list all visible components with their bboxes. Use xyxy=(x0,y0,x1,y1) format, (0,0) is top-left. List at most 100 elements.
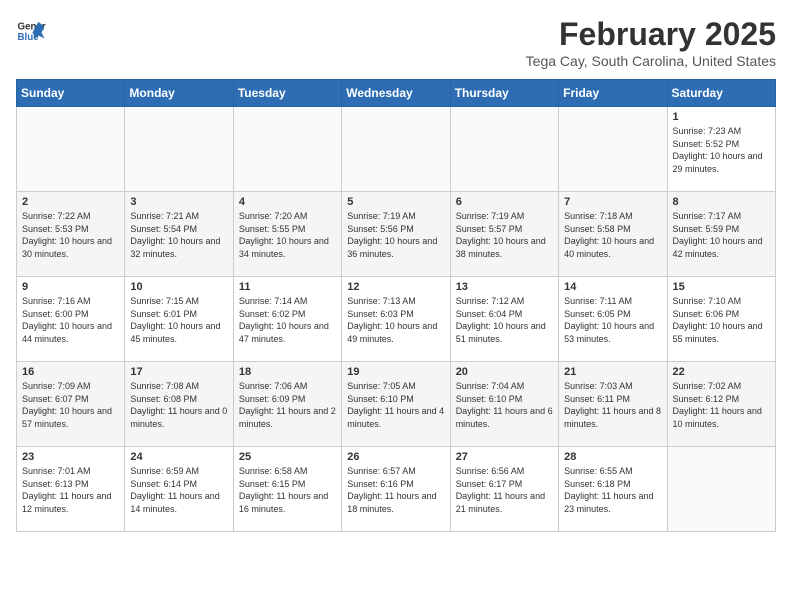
day-number: 8 xyxy=(673,196,770,208)
calendar-cell: 1Sunrise: 7:23 AM Sunset: 5:52 PM Daylig… xyxy=(667,107,775,192)
day-info: Sunrise: 7:04 AM Sunset: 6:10 PM Dayligh… xyxy=(456,380,553,430)
day-number: 20 xyxy=(456,366,553,378)
calendar-cell: 7 Sunrise: 7:18 AM Sunset: 5:58 PM Daylig… xyxy=(559,192,667,277)
calendar-cell: 2Sunrise: 7:22 AM Sunset: 5:53 PM Daylig… xyxy=(17,192,125,277)
weekday-header: Tuesday xyxy=(233,80,341,107)
day-number: 23 xyxy=(22,451,119,463)
weekday-header-row: SundayMondayTuesdayWednesdayThursdayFrid… xyxy=(17,80,776,107)
day-info: Sunrise: 7:14 AM Sunset: 6:02 PM Dayligh… xyxy=(239,295,336,345)
weekday-header: Saturday xyxy=(667,80,775,107)
weekday-header: Sunday xyxy=(17,80,125,107)
calendar-week-row: 16 Sunrise: 7:09 AM Sunset: 6:07 PM Dayli… xyxy=(17,362,776,447)
day-info: Sunrise: 6:57 AM Sunset: 6:16 PM Dayligh… xyxy=(347,465,444,515)
day-number: 1 xyxy=(673,111,770,123)
day-number: 11 xyxy=(239,281,336,293)
day-number: 6 xyxy=(456,196,553,208)
day-info: Sunrise: 7:19 AM Sunset: 5:56 PM Dayligh… xyxy=(347,210,444,260)
day-number: 25 xyxy=(239,451,336,463)
calendar-cell: 4 Sunrise: 7:20 AM Sunset: 5:55 PM Daylig… xyxy=(233,192,341,277)
weekday-header: Wednesday xyxy=(342,80,450,107)
calendar-cell xyxy=(233,107,341,192)
day-number: 17 xyxy=(130,366,227,378)
main-title: February 2025 xyxy=(526,16,776,53)
page-header: General Blue February 2025 Tega Cay, Sou… xyxy=(16,16,776,69)
calendar-cell: 12Sunrise: 7:13 AM Sunset: 6:03 PM Dayli… xyxy=(342,277,450,362)
subtitle: Tega Cay, South Carolina, United States xyxy=(526,53,776,69)
day-number: 10 xyxy=(130,281,227,293)
day-info: Sunrise: 7:17 AM Sunset: 5:59 PM Dayligh… xyxy=(673,210,770,260)
calendar-cell xyxy=(667,447,775,532)
calendar-cell: 24 Sunrise: 6:59 AM Sunset: 6:14 PM Dayli… xyxy=(125,447,233,532)
day-number: 12 xyxy=(347,281,444,293)
day-number: 21 xyxy=(564,366,661,378)
day-info: Sunrise: 7:22 AM Sunset: 5:53 PM Dayligh… xyxy=(22,210,119,260)
calendar-week-row: 1Sunrise: 7:23 AM Sunset: 5:52 PM Daylig… xyxy=(17,107,776,192)
calendar-cell: 6 Sunrise: 7:19 AM Sunset: 5:57 PM Daylig… xyxy=(450,192,558,277)
title-block: February 2025 Tega Cay, South Carolina, … xyxy=(526,16,776,69)
logo-icon: General Blue xyxy=(16,16,46,46)
day-info: Sunrise: 7:05 AM Sunset: 6:10 PM Dayligh… xyxy=(347,380,444,430)
day-number: 24 xyxy=(130,451,227,463)
calendar-cell: 27 Sunrise: 6:56 AM Sunset: 6:17 PM Dayli… xyxy=(450,447,558,532)
calendar-cell: 18Sunrise: 7:06 AM Sunset: 6:09 PM Dayli… xyxy=(233,362,341,447)
day-info: Sunrise: 6:55 AM Sunset: 6:18 PM Dayligh… xyxy=(564,465,661,515)
calendar-cell xyxy=(17,107,125,192)
day-number: 13 xyxy=(456,281,553,293)
day-info: Sunrise: 7:08 AM Sunset: 6:08 PM Dayligh… xyxy=(130,380,227,430)
day-info: Sunrise: 7:20 AM Sunset: 5:55 PM Dayligh… xyxy=(239,210,336,260)
calendar-cell: 8 Sunrise: 7:17 AM Sunset: 5:59 PM Daylig… xyxy=(667,192,775,277)
day-number: 9 xyxy=(22,281,119,293)
day-number: 27 xyxy=(456,451,553,463)
calendar-cell: 17 Sunrise: 7:08 AM Sunset: 6:08 PM Dayli… xyxy=(125,362,233,447)
calendar-week-row: 9 Sunrise: 7:16 AM Sunset: 6:00 PM Daylig… xyxy=(17,277,776,362)
calendar-cell xyxy=(342,107,450,192)
calendar-cell: 11 Sunrise: 7:14 AM Sunset: 6:02 PM Dayli… xyxy=(233,277,341,362)
calendar-cell: 28 Sunrise: 6:55 AM Sunset: 6:18 PM Dayli… xyxy=(559,447,667,532)
day-info: Sunrise: 6:59 AM Sunset: 6:14 PM Dayligh… xyxy=(130,465,227,515)
day-info: Sunrise: 7:09 AM Sunset: 6:07 PM Dayligh… xyxy=(22,380,119,430)
day-number: 28 xyxy=(564,451,661,463)
weekday-header: Friday xyxy=(559,80,667,107)
day-number: 7 xyxy=(564,196,661,208)
calendar-cell: 21 Sunrise: 7:03 AM Sunset: 6:11 PM Dayli… xyxy=(559,362,667,447)
day-number: 18 xyxy=(239,366,336,378)
day-info: Sunrise: 7:16 AM Sunset: 6:00 PM Dayligh… xyxy=(22,295,119,345)
calendar-cell: 15Sunrise: 7:10 AM Sunset: 6:06 PM Dayli… xyxy=(667,277,775,362)
day-number: 4 xyxy=(239,196,336,208)
calendar-table: SundayMondayTuesdayWednesdayThursdayFrid… xyxy=(16,79,776,532)
calendar-cell: 9 Sunrise: 7:16 AM Sunset: 6:00 PM Daylig… xyxy=(17,277,125,362)
calendar-cell: 10 Sunrise: 7:15 AM Sunset: 6:01 PM Dayli… xyxy=(125,277,233,362)
weekday-header: Monday xyxy=(125,80,233,107)
day-info: Sunrise: 6:58 AM Sunset: 6:15 PM Dayligh… xyxy=(239,465,336,515)
day-info: Sunrise: 6:56 AM Sunset: 6:17 PM Dayligh… xyxy=(456,465,553,515)
day-info: Sunrise: 7:15 AM Sunset: 6:01 PM Dayligh… xyxy=(130,295,227,345)
day-info: Sunrise: 7:10 AM Sunset: 6:06 PM Dayligh… xyxy=(673,295,770,345)
logo: General Blue xyxy=(16,16,46,46)
day-info: Sunrise: 7:21 AM Sunset: 5:54 PM Dayligh… xyxy=(130,210,227,260)
day-number: 14 xyxy=(564,281,661,293)
calendar-week-row: 23 Sunrise: 7:01 AM Sunset: 6:13 PM Dayli… xyxy=(17,447,776,532)
day-number: 16 xyxy=(22,366,119,378)
day-info: Sunrise: 7:19 AM Sunset: 5:57 PM Dayligh… xyxy=(456,210,553,260)
day-info: Sunrise: 7:18 AM Sunset: 5:58 PM Dayligh… xyxy=(564,210,661,260)
calendar-cell: 20 Sunrise: 7:04 AM Sunset: 6:10 PM Dayli… xyxy=(450,362,558,447)
calendar-cell: 14 Sunrise: 7:11 AM Sunset: 6:05 PM Dayli… xyxy=(559,277,667,362)
calendar-cell: 3 Sunrise: 7:21 AM Sunset: 5:54 PM Daylig… xyxy=(125,192,233,277)
calendar-cell: 19Sunrise: 7:05 AM Sunset: 6:10 PM Dayli… xyxy=(342,362,450,447)
calendar-cell: 22 Sunrise: 7:02 AM Sunset: 6:12 PM Dayli… xyxy=(667,362,775,447)
day-number: 26 xyxy=(347,451,444,463)
calendar-cell xyxy=(559,107,667,192)
calendar-cell xyxy=(125,107,233,192)
day-info: Sunrise: 7:02 AM Sunset: 6:12 PM Dayligh… xyxy=(673,380,770,430)
calendar-cell: 13Sunrise: 7:12 AM Sunset: 6:04 PM Dayli… xyxy=(450,277,558,362)
calendar-cell: 5 Sunrise: 7:19 AM Sunset: 5:56 PM Daylig… xyxy=(342,192,450,277)
day-info: Sunrise: 7:11 AM Sunset: 6:05 PM Dayligh… xyxy=(564,295,661,345)
day-number: 3 xyxy=(130,196,227,208)
calendar-cell: 25 Sunrise: 6:58 AM Sunset: 6:15 PM Dayli… xyxy=(233,447,341,532)
calendar-week-row: 2Sunrise: 7:22 AM Sunset: 5:53 PM Daylig… xyxy=(17,192,776,277)
day-number: 5 xyxy=(347,196,444,208)
day-number: 22 xyxy=(673,366,770,378)
day-info: Sunrise: 7:03 AM Sunset: 6:11 PM Dayligh… xyxy=(564,380,661,430)
day-info: Sunrise: 7:01 AM Sunset: 6:13 PM Dayligh… xyxy=(22,465,119,515)
calendar-cell: 16 Sunrise: 7:09 AM Sunset: 6:07 PM Dayli… xyxy=(17,362,125,447)
